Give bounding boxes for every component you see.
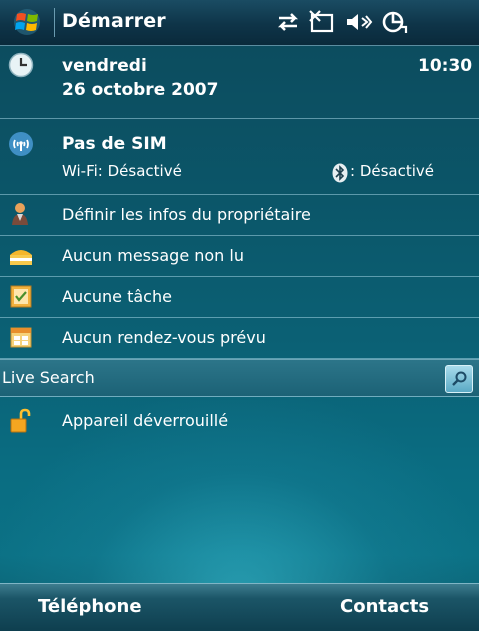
padlock-open-icon [10, 408, 31, 433]
appointments-text: Aucun rendez-vous prévu [62, 328, 266, 347]
softkey-bar: Téléphone Contacts [0, 583, 479, 631]
softkey-contacts[interactable]: Contacts [340, 596, 429, 617]
day-name: vendredi [62, 56, 147, 76]
sync-icon[interactable] [380, 9, 410, 35]
search-label: Live Search [2, 368, 95, 387]
messages-text: Aucun message non lu [62, 246, 244, 265]
softkey-phone[interactable]: Téléphone [38, 596, 142, 617]
owner-info-text: Définir les infos du propriétaire [62, 205, 311, 224]
messages-row[interactable]: Aucun message non lu [0, 236, 479, 277]
speaker-muted-icon[interactable] [344, 9, 374, 35]
calendar-row[interactable]: Aucun rendez-vous prévu [0, 318, 479, 359]
owner-info-row[interactable]: Définir les infos du propriétaire [0, 195, 479, 236]
live-search-bar[interactable]: Live Search [0, 359, 479, 397]
tasks-clipboard-icon [10, 285, 32, 308]
start-label: Démarrer [62, 10, 166, 32]
connectivity-row[interactable]: Pas de SIM Wi-Fi: Désactivé : Désactivé [0, 119, 479, 195]
tasks-text: Aucune tâche [62, 287, 172, 306]
tasks-row[interactable]: Aucune tâche [0, 277, 479, 318]
search-icon [452, 371, 467, 386]
sim-status-title: Pas de SIM [62, 134, 167, 154]
time-text: 10:30 [418, 56, 473, 76]
device-lock-row[interactable]: Appareil déverrouillé [0, 396, 479, 444]
today-screen: Démarrer vendredi 26 octobre 2007 10:30 [0, 0, 479, 631]
device-lock-text: Appareil déverrouillé [62, 411, 229, 430]
windows-flag-icon [14, 9, 40, 35]
no-signal-icon[interactable] [308, 9, 338, 35]
calendar-icon [10, 327, 32, 348]
bluetooth-icon [332, 163, 348, 183]
start-button[interactable]: Démarrer [0, 0, 215, 45]
inbox-envelope-icon [10, 250, 32, 265]
date-text: 26 octobre 2007 [62, 80, 219, 100]
date-time-row[interactable]: vendredi 26 octobre 2007 10:30 [0, 46, 479, 119]
navigation-bar: Démarrer [0, 0, 479, 46]
wifi-status[interactable]: Wi-Fi: Désactivé [62, 162, 182, 180]
start-separator [54, 8, 55, 37]
clock-icon [8, 52, 34, 78]
owner-person-icon [12, 203, 28, 225]
bluetooth-status[interactable]: : Désactivé [350, 162, 434, 180]
connectivity-icon[interactable] [273, 9, 303, 35]
search-go-button[interactable] [445, 365, 473, 393]
wireless-antenna-icon [9, 132, 33, 156]
